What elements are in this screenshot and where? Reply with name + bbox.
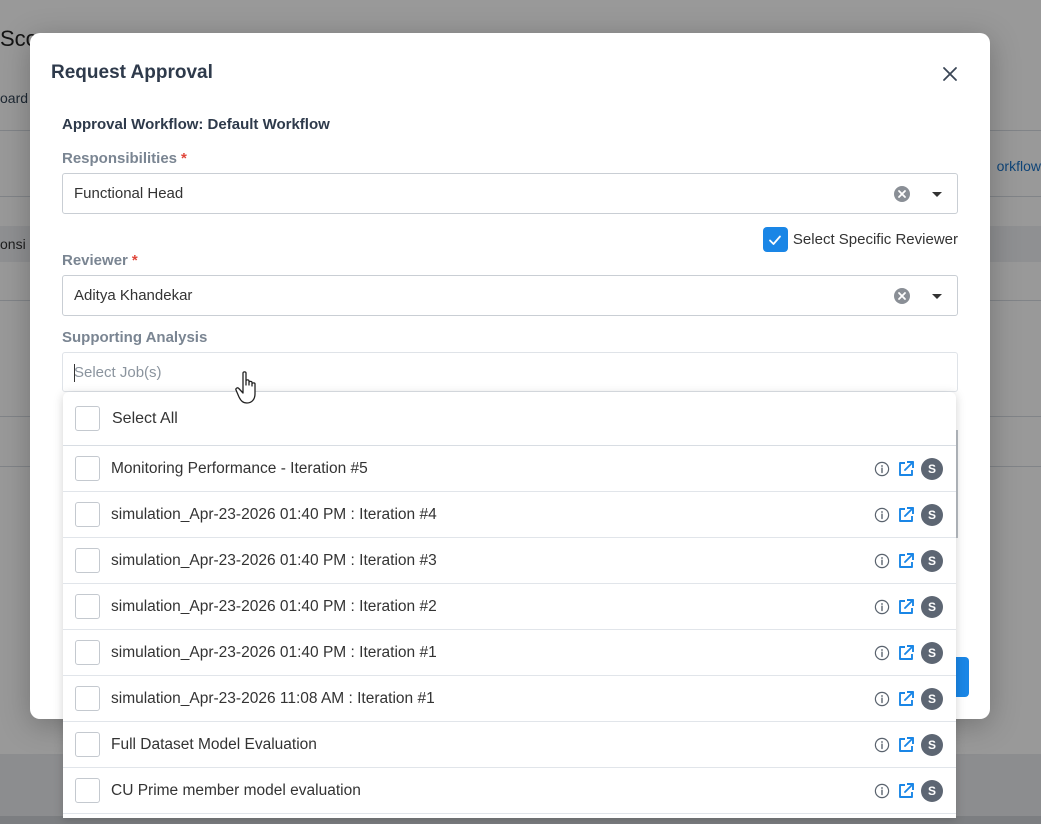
- checkbox[interactable]: [75, 732, 100, 757]
- modal-title: Request Approval: [51, 62, 213, 83]
- job-label: Monitoring Performance - Iteration #5: [111, 459, 368, 477]
- job-label: CU Prime member model evaluation: [111, 781, 361, 799]
- job-label: simulation_Apr-23-2026 01:40 PM : Iterat…: [111, 551, 437, 569]
- info-icon[interactable]: [874, 783, 890, 799]
- close-button[interactable]: [940, 64, 960, 84]
- responsibilities-select[interactable]: Functional Head: [62, 173, 958, 214]
- checkmark-icon: [769, 235, 782, 245]
- reviewer-value: Aditya Khandekar: [74, 287, 193, 304]
- row-actions: S: [874, 779, 943, 802]
- job-label: Full Dataset Model Evaluation: [111, 735, 317, 753]
- checkbox[interactable]: [75, 686, 100, 711]
- source-badge: S: [921, 641, 943, 664]
- clear-icon[interactable]: [893, 185, 911, 203]
- job-label: simulation_Apr-23-2026 01:40 PM : Iterat…: [111, 505, 437, 523]
- required-mark: *: [181, 150, 187, 167]
- source-badge: S: [921, 457, 943, 480]
- row-actions: S: [874, 549, 943, 572]
- external-link-icon[interactable]: [897, 506, 915, 524]
- job-select-input[interactable]: [62, 352, 958, 392]
- checkbox[interactable]: [75, 594, 100, 619]
- source-badge: S: [921, 779, 943, 802]
- info-icon[interactable]: [874, 507, 890, 523]
- clear-icon[interactable]: [893, 287, 911, 305]
- select-all-option[interactable]: Select All: [63, 392, 956, 446]
- external-link-icon[interactable]: [897, 598, 915, 616]
- job-list-item[interactable]: simulation_Apr-23-2026 01:40 PM : Iterat…: [63, 538, 956, 584]
- external-link-icon[interactable]: [897, 644, 915, 662]
- checkbox[interactable]: [75, 502, 100, 527]
- info-icon[interactable]: [874, 737, 890, 753]
- text-caret: [74, 364, 75, 382]
- info-icon[interactable]: [874, 461, 890, 477]
- job-list: Monitoring Performance - Iteration #5 S …: [63, 446, 956, 814]
- job-list-item[interactable]: simulation_Apr-23-2026 11:08 AM : Iterat…: [63, 676, 956, 722]
- required-mark: *: [131, 252, 138, 269]
- row-actions: S: [874, 733, 943, 756]
- row-actions: S: [874, 641, 943, 664]
- external-link-icon[interactable]: [897, 460, 915, 478]
- checkbox-checked[interactable]: [762, 227, 788, 252]
- info-icon[interactable]: [874, 645, 890, 661]
- job-list-item[interactable]: CU Prime member model evaluation S: [63, 768, 956, 814]
- checkbox[interactable]: [75, 640, 100, 665]
- external-link-icon[interactable]: [897, 552, 915, 570]
- close-icon: [943, 67, 957, 81]
- approval-workflow-label: Approval Workflow: Default Workflow: [62, 116, 330, 133]
- external-link-icon[interactable]: [897, 690, 915, 708]
- chevron-down-icon[interactable]: [931, 290, 943, 302]
- job-list-item[interactable]: simulation_Apr-23-2026 01:40 PM : Iterat…: [63, 630, 956, 676]
- job-list-item[interactable]: simulation_Apr-23-2026 01:40 PM : Iterat…: [63, 492, 956, 538]
- reviewer-label-text: Reviewer: [62, 252, 128, 269]
- row-actions: S: [874, 457, 943, 480]
- responsibilities-value: Functional Head: [74, 185, 184, 202]
- job-label: simulation_Apr-23-2026 01:40 PM : Iterat…: [111, 643, 437, 661]
- source-badge: S: [921, 687, 943, 710]
- select-all-label: Select All: [112, 409, 178, 427]
- external-link-icon[interactable]: [897, 782, 915, 800]
- reviewer-select[interactable]: Aditya Khandekar: [62, 275, 958, 316]
- responsibilities-label-text: Responsibilities: [62, 150, 178, 167]
- source-badge: S: [921, 503, 943, 526]
- row-actions: S: [874, 595, 943, 618]
- info-icon[interactable]: [874, 553, 890, 569]
- job-label: simulation_Apr-23-2026 01:40 PM : Iterat…: [111, 597, 437, 615]
- source-badge: S: [921, 595, 943, 618]
- source-badge: S: [921, 549, 943, 572]
- job-search-input[interactable]: [74, 363, 879, 381]
- job-list-item[interactable]: Full Dataset Model Evaluation S: [63, 722, 956, 768]
- info-icon[interactable]: [874, 599, 890, 615]
- row-actions: S: [874, 503, 943, 526]
- info-icon[interactable]: [874, 691, 890, 707]
- job-dropdown: Select All Monitoring Performance - Iter…: [63, 392, 956, 818]
- job-list-item[interactable]: Monitoring Performance - Iteration #5 S: [63, 446, 956, 492]
- supporting-analysis-label: Supporting Analysis: [62, 329, 208, 346]
- job-list-item[interactable]: simulation_Apr-23-2026 01:40 PM : Iterat…: [63, 584, 956, 630]
- reviewer-label: Reviewer *: [62, 252, 138, 269]
- row-actions: S: [874, 687, 943, 710]
- responsibilities-label: Responsibilities *: [62, 150, 187, 167]
- checkbox[interactable]: [75, 778, 100, 803]
- job-label: simulation_Apr-23-2026 11:08 AM : Iterat…: [111, 689, 435, 707]
- select-specific-reviewer-label: Select Specific Reviewer: [792, 231, 958, 248]
- external-link-icon[interactable]: [897, 736, 915, 754]
- checkbox[interactable]: [75, 406, 100, 431]
- select-specific-reviewer-checkbox[interactable]: Select Specific Reviewer: [762, 227, 958, 252]
- checkbox[interactable]: [75, 548, 100, 573]
- source-badge: S: [921, 733, 943, 756]
- chevron-down-icon[interactable]: [931, 188, 943, 200]
- checkbox[interactable]: [75, 456, 100, 481]
